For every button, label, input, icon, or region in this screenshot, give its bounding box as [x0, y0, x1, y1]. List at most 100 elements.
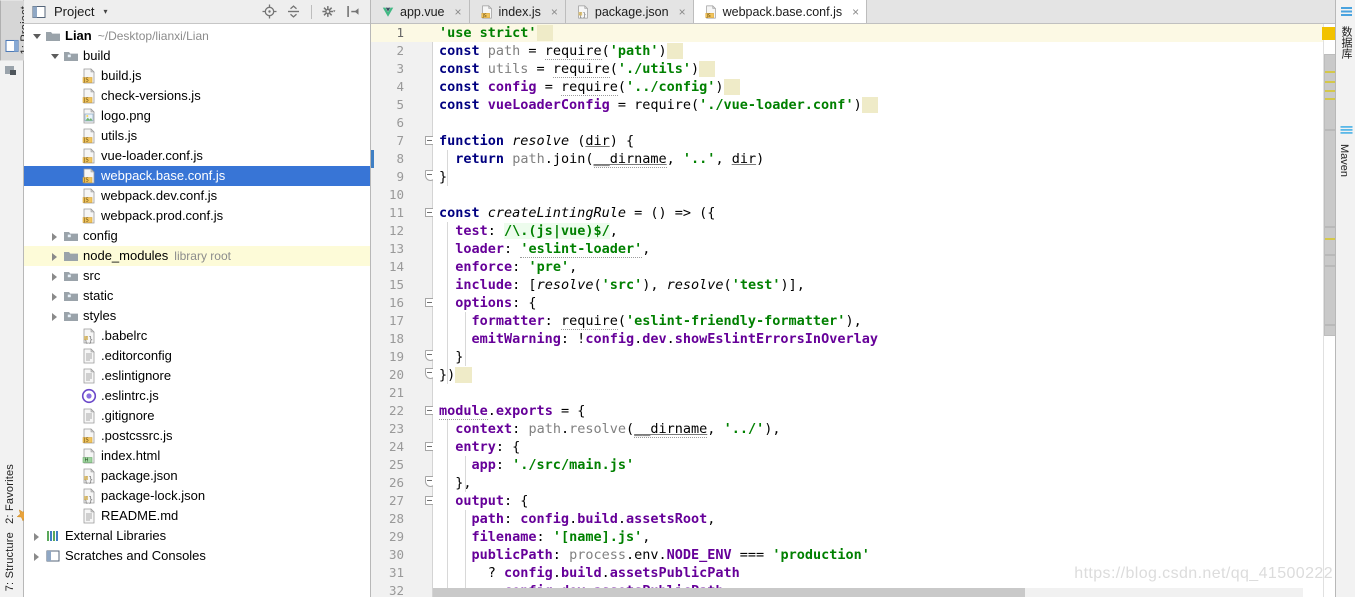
- code-line[interactable]: formatter: require('eslint-friendly-form…: [433, 312, 1323, 330]
- tree-row[interactable]: Lian ~/Desktop/lianxi/Lian: [24, 26, 370, 46]
- tree-row[interactable]: {} .babelrc: [24, 326, 370, 346]
- locate-icon[interactable]: [262, 4, 277, 19]
- tree-row[interactable]: .editorconfig: [24, 346, 370, 366]
- code-line[interactable]: 'use strict': [433, 24, 1323, 42]
- close-icon[interactable]: ×: [679, 5, 686, 19]
- settings-gear-icon[interactable]: [322, 4, 337, 19]
- tree-row[interactable]: Hindex.html: [24, 446, 370, 466]
- code-line[interactable]: options: {: [433, 294, 1323, 312]
- code-line[interactable]: [433, 384, 1323, 402]
- editor-tab[interactable]: JS webpack.base.conf.js ×: [693, 0, 868, 23]
- tree-row[interactable]: Scratches and Consoles: [24, 546, 370, 566]
- tree-row[interactable]: {} package.json: [24, 466, 370, 486]
- code-line[interactable]: ? config.build.assetsPublicPath: [433, 564, 1323, 582]
- code-line[interactable]: function resolve (dir) {: [433, 132, 1323, 150]
- tree-row[interactable]: styles: [24, 306, 370, 326]
- close-icon[interactable]: ×: [852, 5, 859, 19]
- code-line[interactable]: const utils = require('./utils'): [433, 60, 1323, 78]
- tool-button-maven[interactable]: Maven: [1336, 120, 1355, 181]
- project-file-tree[interactable]: Lian ~/Desktop/lianxi/Lian build JS build.js…: [24, 24, 370, 597]
- code-line[interactable]: [433, 114, 1323, 132]
- editor-marker-scrollbar[interactable]: [1322, 24, 1335, 597]
- text-file-icon: [83, 408, 95, 424]
- tree-row[interactable]: .eslintignore: [24, 366, 370, 386]
- code-line[interactable]: path: config.build.assetsRoot,: [433, 510, 1323, 528]
- tree-row-label: .editorconfig: [101, 348, 172, 363]
- editor-code[interactable]: 'use strict' const path = require('path'…: [433, 24, 1323, 597]
- code-line[interactable]: test: /\.(js|vue)$/,: [433, 222, 1323, 240]
- hide-panel-icon[interactable]: [346, 4, 361, 19]
- chevron-down-icon[interactable]: ▾: [103, 7, 107, 16]
- tree-row[interactable]: JS build.js: [24, 66, 370, 86]
- close-icon[interactable]: ×: [551, 5, 558, 19]
- editor-gutter[interactable]: 1 2 3 4 5 6 7 8 9 10 11 12 13 14 15 16 17 18 19 20 21 22 23 24 2…: [371, 24, 436, 597]
- code-line[interactable]: entry: {: [433, 438, 1323, 456]
- tree-row[interactable]: JS webpack.prod.conf.js: [24, 206, 370, 226]
- vertical-scrollbar-thumb[interactable]: [1324, 54, 1335, 336]
- horizontal-scrollbar-thumb[interactable]: [433, 588, 1025, 597]
- editor-tab-bar[interactable]: app.vue × JS index.js × {} package.json × JS webp…: [371, 0, 1335, 24]
- tree-row[interactable]: External Libraries: [24, 526, 370, 546]
- chevron-right-icon[interactable]: [50, 251, 61, 262]
- code-line[interactable]: emitWarning: !config.dev.showEslintError…: [433, 330, 1323, 348]
- tree-row[interactable]: README.md: [24, 506, 370, 526]
- code-line[interactable]: const createLintingRule = () => ({: [433, 204, 1323, 222]
- code-line[interactable]: context: path.resolve(__dirname, '../'),: [433, 420, 1323, 438]
- tree-row[interactable]: src: [24, 266, 370, 286]
- code-line[interactable]: include: [resolve('src'), resolve('test'…: [433, 276, 1323, 294]
- collapse-all-icon[interactable]: [286, 4, 301, 19]
- code-line[interactable]: return path.join(__dirname, '..', dir): [433, 150, 1323, 168]
- chevron-right-icon[interactable]: [32, 531, 43, 542]
- tree-row[interactable]: JS utils.js: [24, 126, 370, 146]
- chevron-right-icon[interactable]: [32, 551, 43, 562]
- code-line[interactable]: }: [433, 168, 1323, 186]
- tool-button-module[interactable]: [0, 60, 24, 77]
- code-line[interactable]: publicPath: process.env.NODE_ENV === 'pr…: [433, 546, 1323, 564]
- tree-row[interactable]: JS vue-loader.conf.js: [24, 146, 370, 166]
- code-line[interactable]: module.exports = {: [433, 402, 1323, 420]
- js-file-icon: JS: [82, 148, 95, 164]
- code-line[interactable]: filename: '[name].js',: [433, 528, 1323, 546]
- horizontal-scrollbar[interactable]: [433, 588, 1303, 597]
- code-line[interactable]: output: {: [433, 492, 1323, 510]
- chevron-down-icon[interactable]: [32, 31, 43, 42]
- code-line[interactable]: },: [433, 474, 1323, 492]
- tree-row[interactable]: static: [24, 286, 370, 306]
- tree-row[interactable]: {} package-lock.json: [24, 486, 370, 506]
- tree-row[interactable]: config: [24, 226, 370, 246]
- code-line[interactable]: const path = require('path'): [433, 42, 1323, 60]
- chevron-right-icon[interactable]: [50, 271, 61, 282]
- tree-row[interactable]: build: [24, 46, 370, 66]
- code-line[interactable]: loader: 'eslint-loader',: [433, 240, 1323, 258]
- code-line[interactable]: const vueLoaderConfig = require('./vue-l…: [433, 96, 1323, 114]
- tree-row[interactable]: node_modules library root: [24, 246, 370, 266]
- chevron-right-icon[interactable]: [50, 311, 61, 322]
- chevron-down-icon[interactable]: [50, 51, 61, 62]
- code-line[interactable]: }: [433, 348, 1323, 366]
- tree-row[interactable]: JS check-versions.js: [24, 86, 370, 106]
- code-line[interactable]: app: './src/main.js': [433, 456, 1323, 474]
- tree-row[interactable]: .eslintrc.js: [24, 386, 370, 406]
- editor-tab[interactable]: app.vue ×: [371, 0, 470, 23]
- tree-row[interactable]: logo.png: [24, 106, 370, 126]
- gutter-line-number: 10: [388, 187, 404, 202]
- code-line[interactable]: enforce: 'pre',: [433, 258, 1323, 276]
- warning-marker[interactable]: [1322, 27, 1335, 40]
- code-line[interactable]: [433, 186, 1323, 204]
- tree-row[interactable]: JS .postcssrc.js: [24, 426, 370, 446]
- tree-row-label: utils.js: [101, 128, 138, 143]
- tree-row[interactable]: .gitignore: [24, 406, 370, 426]
- close-icon[interactable]: ×: [454, 5, 461, 19]
- js-file-icon: JS: [705, 4, 716, 18]
- code-line[interactable]: const config = require('../config'): [433, 78, 1323, 96]
- chevron-right-icon[interactable]: [50, 291, 61, 302]
- editor-tab[interactable]: {} package.json ×: [565, 0, 694, 23]
- chevron-right-icon[interactable]: [50, 231, 61, 242]
- tree-row[interactable]: JS webpack.base.conf.js: [24, 166, 370, 186]
- tree-row[interactable]: JS webpack.dev.conf.js: [24, 186, 370, 206]
- editor-tab[interactable]: JS index.js ×: [469, 0, 566, 23]
- libraries-icon: [45, 528, 61, 544]
- tool-button-database[interactable]: 数据库: [1336, 2, 1355, 63]
- tool-button-structure[interactable]: 7: Structure: [0, 530, 20, 597]
- code-line[interactable]: }): [433, 366, 1323, 384]
